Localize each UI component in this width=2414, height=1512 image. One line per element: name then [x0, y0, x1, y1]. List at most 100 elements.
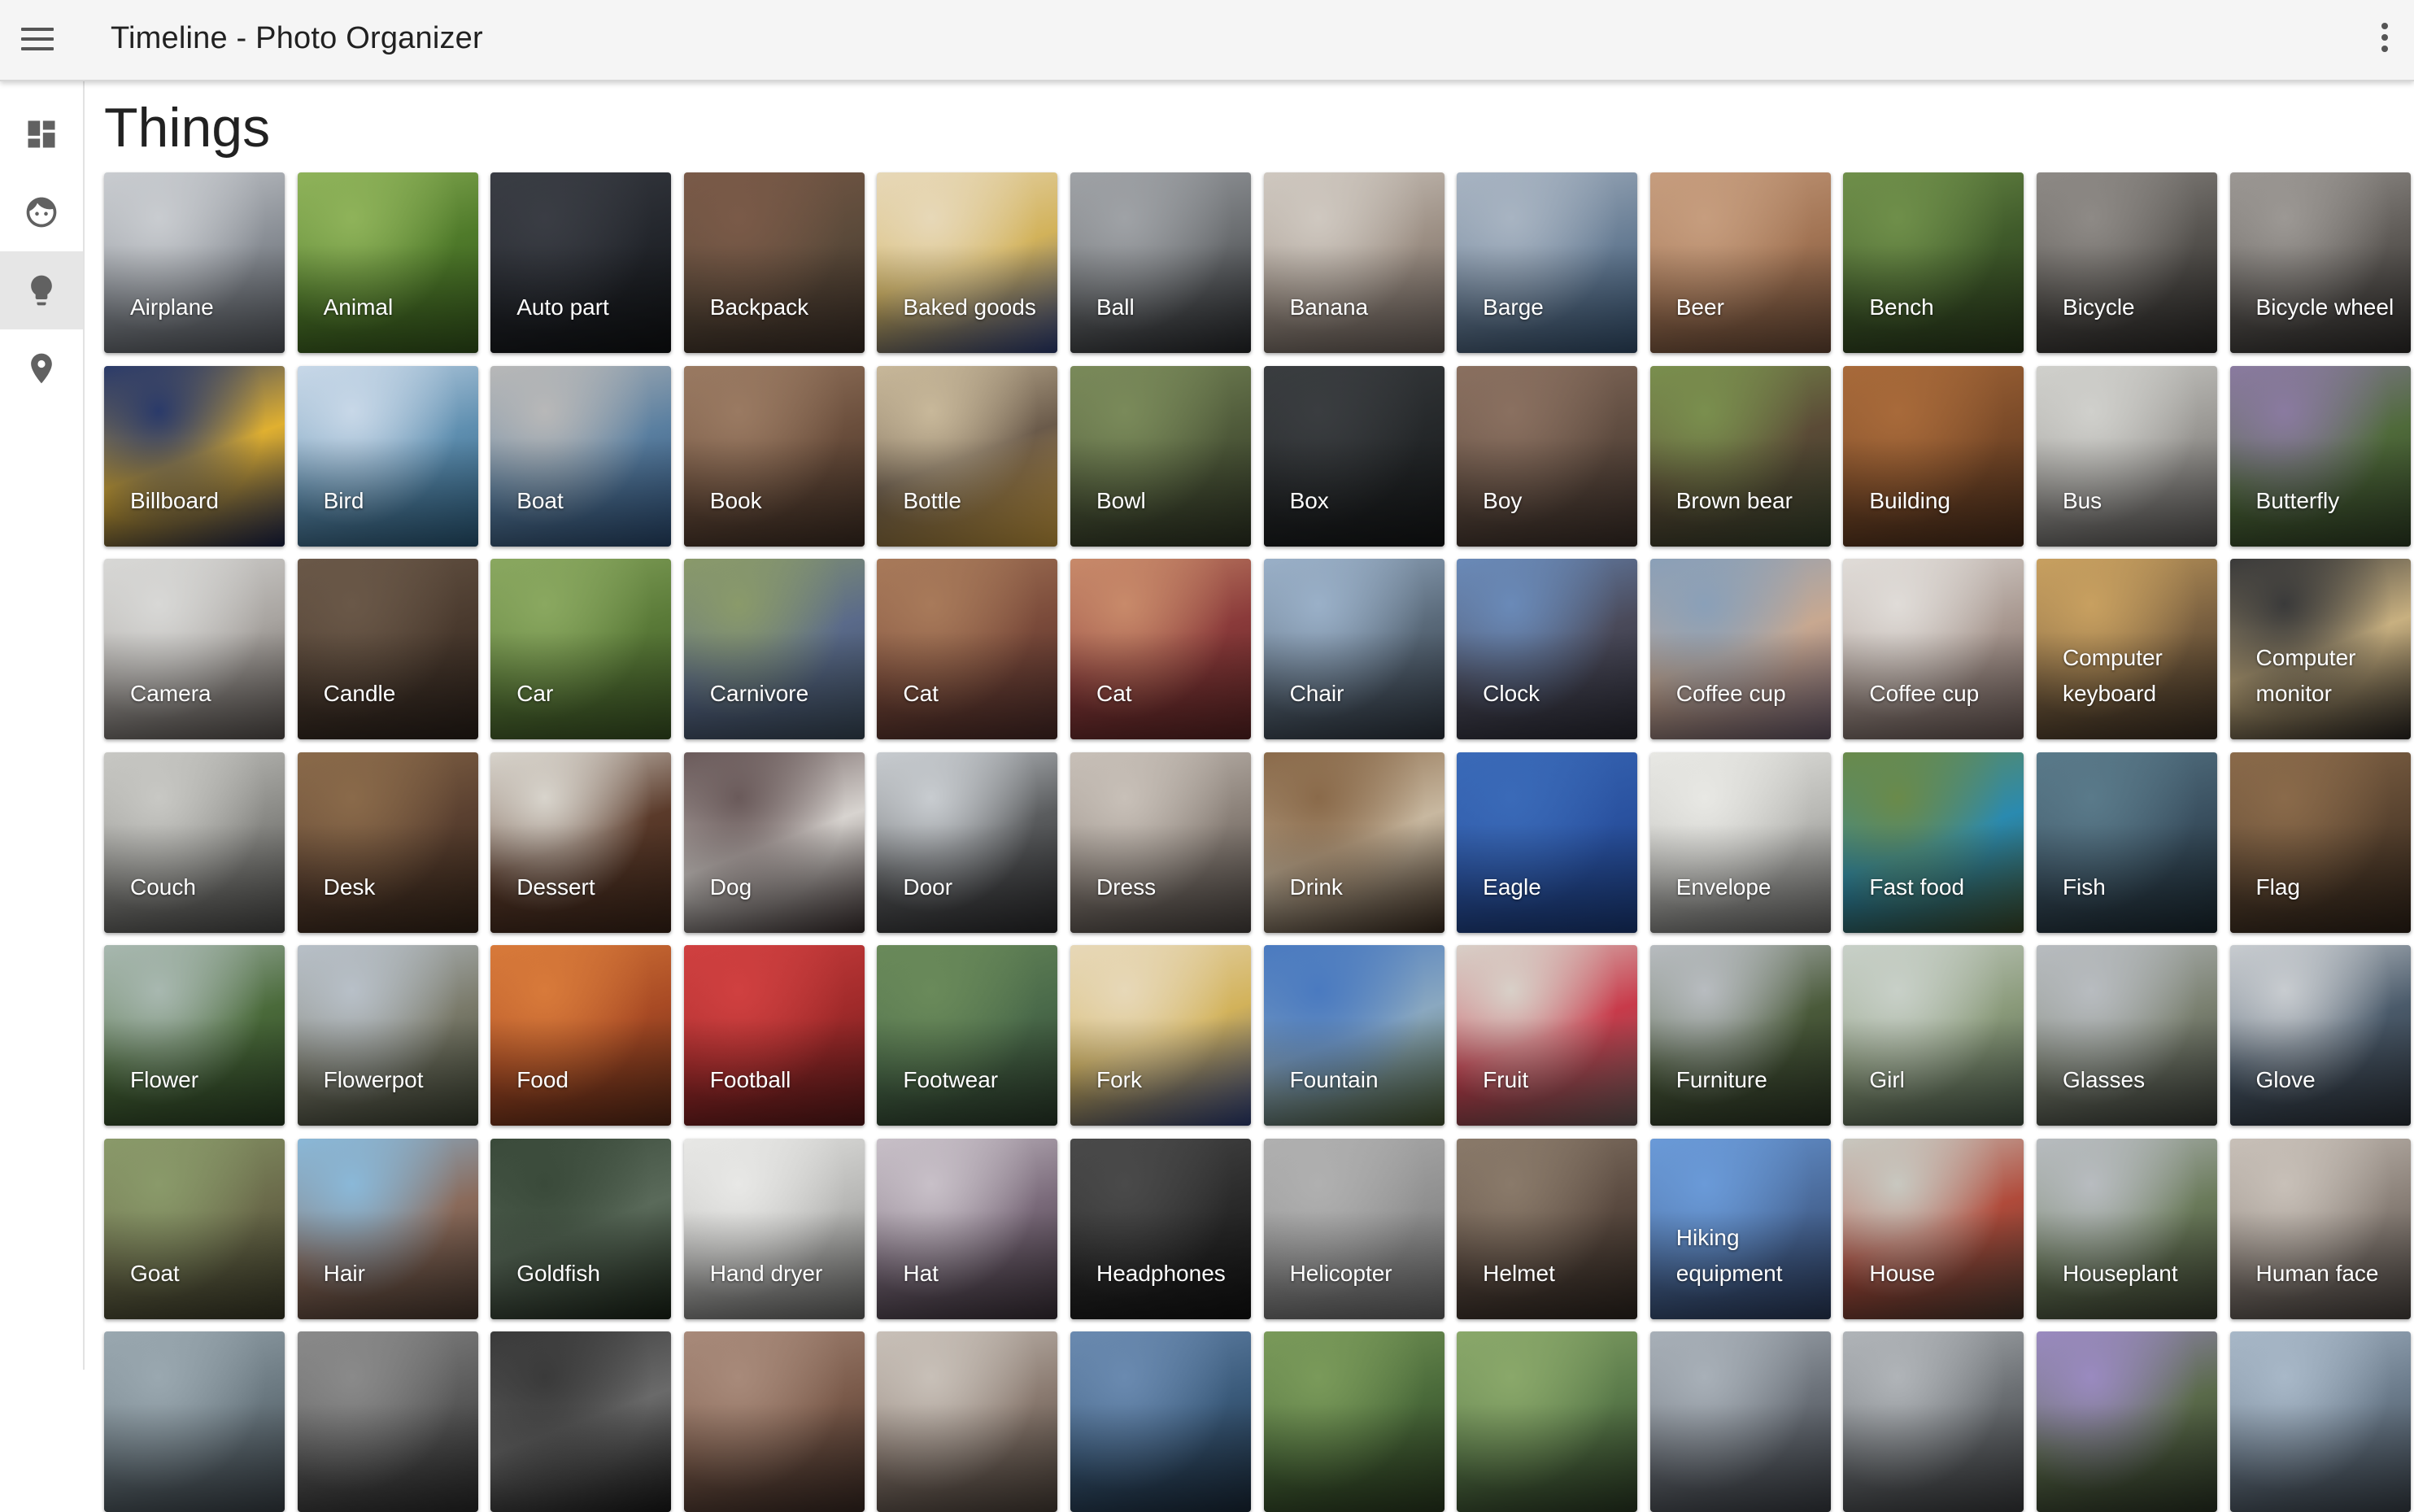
nav-things[interactable] [0, 251, 83, 329]
thing-tile[interactable] [1263, 1331, 1444, 1512]
thing-tile[interactable]: Envelope [1649, 752, 1831, 933]
thing-tile[interactable] [1649, 1331, 1831, 1512]
thing-tile[interactable] [877, 1331, 1058, 1512]
thing-tile[interactable]: Cat [1070, 559, 1251, 739]
thing-tile[interactable]: Fast food [1843, 752, 2024, 933]
thing-tile[interactable]: Brown bear [1649, 365, 1831, 547]
thing-tile[interactable]: Coffee cup [1649, 559, 1831, 739]
thing-tile[interactable]: Bicycle [2036, 172, 2217, 353]
thing-tile[interactable]: Book [683, 365, 865, 547]
thing-tile[interactable]: House [1843, 1138, 2024, 1319]
thing-tile[interactable]: Fountain [1263, 945, 1444, 1126]
tile-label: Animal [323, 294, 394, 320]
thing-tile[interactable]: Box [1263, 365, 1444, 547]
thing-tile[interactable] [104, 1331, 285, 1512]
thing-tile[interactable]: Furniture [1649, 945, 1831, 1126]
thing-tile[interactable]: Helmet [1457, 1138, 1638, 1319]
nav-people[interactable] [0, 173, 83, 251]
thing-tile[interactable]: Bird [297, 365, 478, 547]
thing-tile[interactable]: Barge [1457, 172, 1638, 353]
thing-tile[interactable]: Dress [1070, 752, 1251, 933]
thing-tile[interactable]: Boy [1457, 365, 1638, 547]
thing-tile[interactable]: Fork [1070, 945, 1251, 1126]
menu-icon[interactable] [21, 28, 54, 52]
thing-tile[interactable]: Fish [2036, 752, 2217, 933]
thing-tile[interactable]: Flag [2229, 752, 2411, 933]
thing-tile[interactable]: Fruit [1457, 945, 1638, 1126]
thing-tile[interactable]: Beer [1649, 172, 1831, 353]
nav-places[interactable] [0, 329, 83, 407]
tile-label: Candle [323, 681, 396, 706]
thing-tile[interactable]: Clock [1457, 559, 1638, 739]
thing-tile[interactable]: Coffee cup [1843, 559, 2024, 739]
thing-tile[interactable]: Auto part [490, 172, 672, 353]
thing-tile[interactable]: Banana [1263, 172, 1444, 353]
thing-tile[interactable]: Bicycle wheel [2229, 172, 2411, 353]
thing-tile[interactable] [297, 1331, 478, 1512]
nav-dashboard[interactable] [0, 95, 83, 173]
thing-tile[interactable]: Cat [877, 559, 1058, 739]
thing-tile[interactable]: Food [490, 945, 672, 1126]
thing-tile[interactable]: Butterfly [2229, 365, 2411, 547]
thing-tile[interactable]: Football [683, 945, 865, 1126]
thing-tile[interactable] [683, 1331, 865, 1512]
more-options-icon[interactable] [2380, 23, 2390, 55]
thing-tile[interactable]: Flowerpot [297, 945, 478, 1126]
thing-tile[interactable]: Billboard [104, 365, 285, 547]
thing-tile[interactable]: Goldfish [490, 1138, 672, 1319]
thing-tile[interactable]: Bowl [1070, 365, 1251, 547]
thing-tile[interactable]: Building [1843, 365, 2024, 547]
thing-tile[interactable]: Helicopter [1263, 1138, 1444, 1319]
thing-tile[interactable]: Hiking equipment [1649, 1138, 1831, 1319]
thing-tile[interactable]: Boat [490, 365, 672, 547]
thing-tile[interactable]: Human face [2229, 1138, 2411, 1319]
thing-tile[interactable]: Dog [683, 752, 865, 933]
thing-tile[interactable]: Bottle [877, 365, 1058, 547]
tile-label: Goat [130, 1260, 180, 1286]
tile-label: Hiking equipment [1675, 1224, 1783, 1286]
tile-label: Car [516, 681, 554, 706]
thing-tile[interactable] [1457, 1331, 1638, 1512]
tile-label: Football [709, 1067, 791, 1092]
thing-tile[interactable]: Computer keyboard [2036, 559, 2217, 739]
thing-tile[interactable]: Door [877, 752, 1058, 933]
thing-tile[interactable]: Drink [1263, 752, 1444, 933]
thing-tile[interactable]: Candle [297, 559, 478, 739]
thing-tile[interactable]: Car [490, 559, 672, 739]
thing-tile[interactable] [2229, 1331, 2411, 1512]
tile-label: Building [1869, 487, 1950, 513]
thing-tile[interactable]: Baked goods [877, 172, 1058, 353]
thing-tile[interactable]: Carnivore [683, 559, 865, 739]
thing-tile[interactable]: Glasses [2036, 945, 2217, 1126]
thing-tile[interactable]: Computer monitor [2229, 559, 2411, 739]
thing-tile[interactable]: Chair [1263, 559, 1444, 739]
thing-tile[interactable] [2036, 1331, 2217, 1512]
thing-tile[interactable] [490, 1331, 672, 1512]
thing-tile[interactable]: Girl [1843, 945, 2024, 1126]
thing-tile[interactable]: Flower [104, 945, 285, 1126]
thing-tile[interactable]: Footwear [877, 945, 1058, 1126]
thing-tile[interactable]: Glove [2229, 945, 2411, 1126]
thing-tile[interactable]: Ball [1070, 172, 1251, 353]
tile-shade [104, 1403, 285, 1512]
thing-tile[interactable]: Couch [104, 752, 285, 933]
thing-tile[interactable]: Goat [104, 1138, 285, 1319]
thing-tile[interactable]: Airplane [104, 172, 285, 353]
thing-tile[interactable]: Eagle [1457, 752, 1638, 933]
page-title: Things [104, 97, 271, 159]
thing-tile[interactable]: Hand dryer [683, 1138, 865, 1319]
thing-tile[interactable]: Camera [104, 559, 285, 739]
thing-tile[interactable]: Bus [2036, 365, 2217, 547]
thing-tile[interactable]: Hair [297, 1138, 478, 1319]
thing-tile[interactable]: Hat [877, 1138, 1058, 1319]
thing-tile[interactable]: Backpack [683, 172, 865, 353]
thing-tile[interactable]: Houseplant [2036, 1138, 2217, 1319]
dashboard-icon [28, 120, 55, 148]
thing-tile[interactable] [1070, 1331, 1251, 1512]
thing-tile[interactable]: Animal [297, 172, 478, 353]
thing-tile[interactable]: Desk [297, 752, 478, 933]
thing-tile[interactable]: Bench [1843, 172, 2024, 353]
thing-tile[interactable]: Dessert [490, 752, 672, 933]
thing-tile[interactable] [1843, 1331, 2024, 1512]
thing-tile[interactable]: Headphones [1070, 1138, 1251, 1319]
